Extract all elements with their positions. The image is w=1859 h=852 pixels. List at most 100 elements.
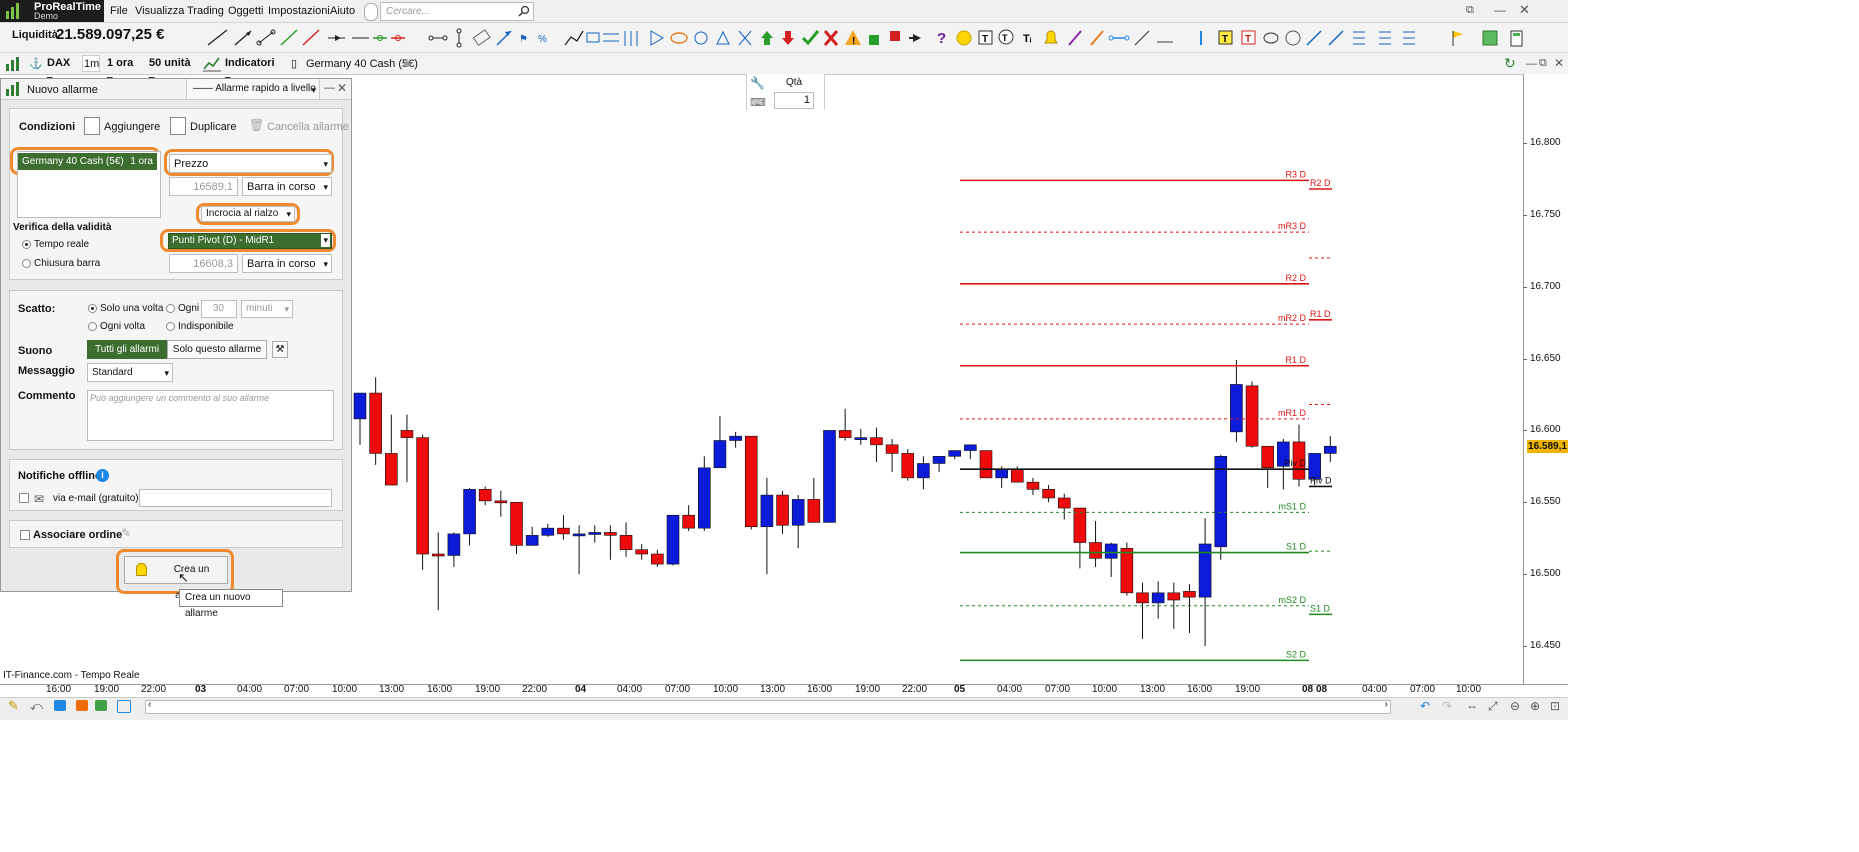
quantity-input[interactable]: 1 (774, 92, 814, 109)
comment-icon[interactable] (54, 700, 66, 711)
scroll-left-icon[interactable]: ‹ (148, 699, 151, 710)
window-minimize-icon[interactable]: — (1494, 3, 1506, 17)
chart-close-icon[interactable]: ✕ (1554, 56, 1564, 70)
candle-body (1167, 592, 1181, 601)
every-unit-select[interactable]: minuti ▾ (241, 300, 293, 318)
pivot-select[interactable]: Punti Pivot (D) - MidR1 ▾ (168, 233, 332, 249)
add-icon[interactable] (84, 117, 100, 135)
each-time-label: Ogni volta (100, 321, 146, 332)
zoom-in-icon[interactable]: ⊕ (1530, 699, 1540, 713)
menu-visualizza[interactable]: Visualizza (135, 5, 184, 17)
refresh-icon[interactable]: ↻ (1504, 55, 1516, 72)
layout-icon[interactable] (76, 700, 88, 711)
microphone-icon[interactable] (364, 3, 378, 21)
menu-file[interactable]: File (110, 5, 128, 17)
candle-body (447, 533, 461, 556)
duplicate-icon[interactable] (170, 117, 186, 135)
cross-select[interactable]: Incrocia al rialzo ▾ (201, 206, 295, 222)
candle-body (1230, 384, 1243, 433)
every-value-input[interactable]: 30 (201, 300, 237, 318)
search-icon[interactable] (518, 5, 530, 17)
bar-select-2[interactable]: Barra in corso ▾ (242, 254, 332, 273)
window-close-icon[interactable]: ✕ (1519, 2, 1530, 18)
horizontal-scrollbar[interactable]: ‹ › (145, 699, 1391, 714)
window-restore-icon[interactable]: ⧉ (1466, 4, 1474, 17)
delete-alarm-button[interactable]: Cancella allarme (267, 121, 349, 133)
price-tick-mark (1523, 143, 1527, 144)
expand-icon[interactable]: ⤢ (1488, 699, 1498, 714)
price-tick-label: 16.750 (1530, 208, 1561, 220)
panel-title: Nuovo allarme (27, 84, 98, 96)
bar-select-1[interactable]: Barra in corso ▾ (242, 177, 332, 196)
alarm-mode-select[interactable]: —— Allarme rapido a livello ▾ (186, 79, 320, 99)
window-icon[interactable] (117, 700, 131, 713)
undo-icon[interactable]: ↶ (1420, 699, 1430, 713)
menu-oggetti[interactable]: Oggetti (228, 5, 263, 17)
indicators-label: Indicatori (225, 57, 275, 69)
candle-body (995, 468, 1008, 479)
interval-button[interactable]: 1m (82, 55, 100, 72)
fit-icon[interactable]: ⇔ (1466, 699, 1478, 713)
timeframe-label: 1 ora (107, 57, 134, 69)
sound-this-button[interactable]: Solo questo allarme (167, 340, 267, 359)
realtime-radio[interactable] (22, 240, 31, 249)
menu-impostazioni[interactable]: Impostazioni (268, 5, 330, 17)
chevron-down-icon: ▾ (286, 209, 291, 219)
price-tick-mark (1523, 286, 1527, 288)
every-radio[interactable] (166, 304, 175, 313)
unavailable-radio[interactable] (166, 322, 175, 331)
settings-wrench-icon[interactable]: ⚒ (272, 341, 288, 358)
indicators-button[interactable]: Indicatori ▾ (222, 55, 282, 86)
associate-order-checkbox[interactable] (20, 530, 30, 540)
search-input[interactable]: Cercare... (380, 2, 534, 21)
add-button[interactable]: Aggiungere (104, 121, 160, 133)
barclose-radio[interactable] (22, 259, 31, 268)
zoom-out-icon[interactable]: ⊖ (1510, 699, 1520, 713)
timeframe-select[interactable]: 1 ora ▾ (104, 55, 142, 86)
comment-input[interactable]: Può aggiungere un commento al suo allarm… (87, 390, 334, 441)
price-select[interactable]: Prezzo ▾ (169, 154, 332, 173)
zoom-reset-icon[interactable]: ⊡ (1550, 699, 1560, 713)
drawing-tools[interactable]: ⚑ % ! ? T T Tᵢ T T (205, 27, 1525, 49)
pivot-value-input[interactable]: 16608,3 (169, 254, 238, 273)
email-input[interactable] (139, 489, 332, 507)
menu-aiuto[interactable]: Aiuto (330, 5, 355, 17)
grid-icon[interactable] (95, 700, 107, 711)
link-icon[interactable]: ⚓ (29, 57, 43, 70)
keyboard-icon[interactable]: ⌨ (750, 96, 766, 109)
panel-close-icon[interactable]: ✕ (337, 81, 347, 95)
pivot-next-label: Piv D (1310, 475, 1332, 485)
chart-restore-icon[interactable]: ⧉ (1539, 57, 1547, 70)
time-tick-label: 04:00 (1362, 684, 1388, 695)
time-tick-label: 10:00 (1092, 684, 1118, 695)
instrument-list-item[interactable]: Germany 40 Cash (5€) 1 ora (18, 153, 157, 170)
candle-body (604, 532, 617, 536)
time-tick-label: 13:00 (379, 684, 405, 695)
message-select[interactable]: Standard ▾ (87, 363, 173, 382)
trash-icon[interactable]: 🗑 (249, 118, 264, 132)
create-alarm-button[interactable]: Crea un allarme (124, 556, 228, 601)
email-checkbox[interactable] (19, 493, 29, 503)
candle-body (807, 499, 821, 523)
instrument-select[interactable]: DAX ▾ (44, 55, 77, 86)
menu-trading[interactable]: Trading (187, 5, 224, 17)
price-chart[interactable]: R3 DmR3 DR2 DmR2 DR1 DmR1 DPiv DmS1 DS1 … (352, 110, 1528, 684)
price-value-input[interactable]: 16589,1 (169, 177, 238, 196)
chart-minimize-icon[interactable]: — (1526, 58, 1537, 70)
wrench-icon[interactable]: 🔧 (750, 76, 765, 90)
units-select[interactable]: 50 unità ▾ (146, 55, 198, 86)
info-icon[interactable]: i (96, 469, 109, 482)
once-radio[interactable] (88, 304, 97, 313)
pencil-tool-icon[interactable]: ✎ (8, 698, 19, 714)
trigger-label: Scatto: (18, 303, 56, 315)
cross-select-label: Incrocia al rialzo (206, 208, 279, 219)
sound-all-button[interactable]: Tutti gli allarmi (87, 340, 167, 359)
scroll-right-icon[interactable]: › (1385, 699, 1388, 710)
cursor-tool-icon[interactable]: ⤺ (30, 699, 43, 714)
each-time-radio[interactable] (88, 322, 97, 331)
duplicate-button[interactable]: Duplicare (190, 121, 236, 133)
edit-icon[interactable]: ✎ (121, 526, 131, 540)
panel-minimize-icon[interactable]: — (324, 82, 335, 94)
indicators-icon[interactable] (202, 55, 222, 72)
redo-icon[interactable]: ↷ (1442, 699, 1452, 713)
